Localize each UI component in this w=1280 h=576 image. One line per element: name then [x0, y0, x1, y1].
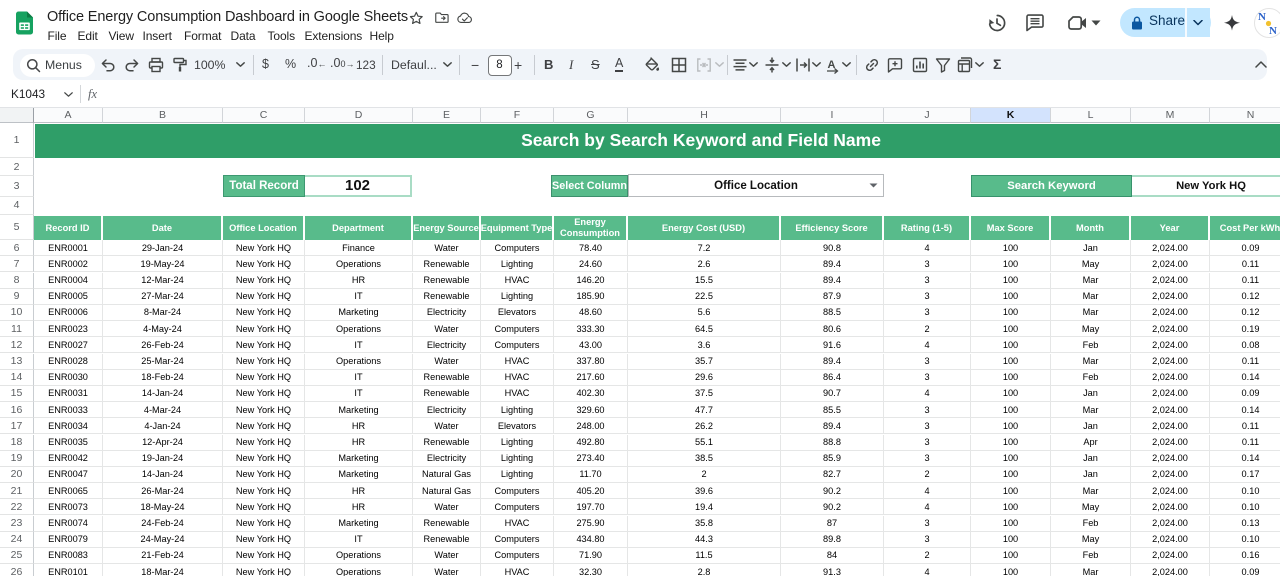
svg-text:N: N — [1269, 25, 1277, 37]
svg-text:A: A — [827, 59, 835, 71]
svg-text:N: N — [1258, 11, 1266, 23]
